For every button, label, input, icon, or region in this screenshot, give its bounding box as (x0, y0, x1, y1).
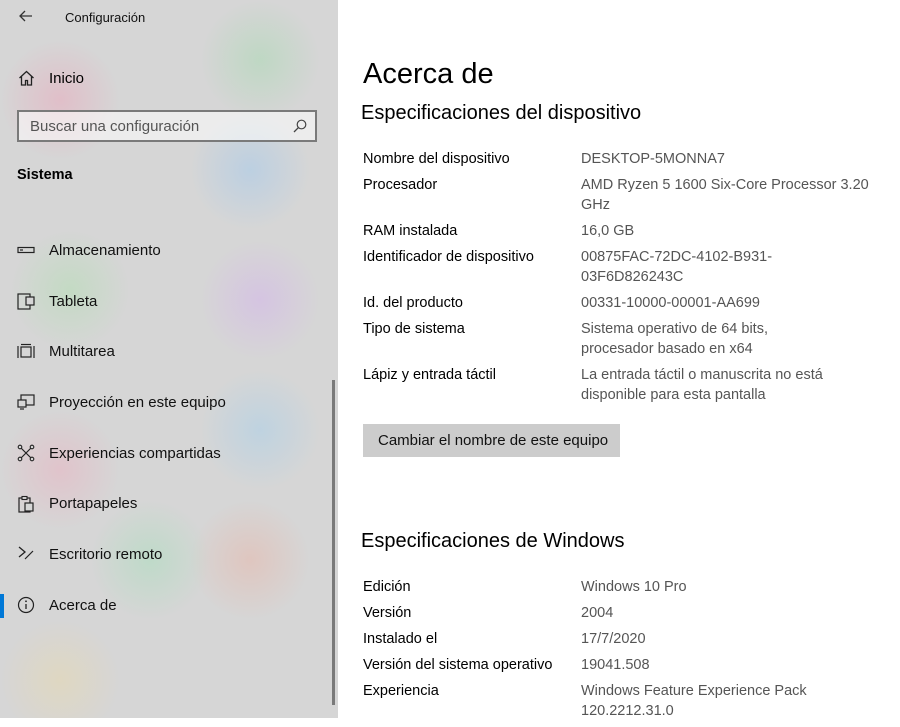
spec-key: Experiencia (363, 683, 439, 699)
sidebar-scrollbar[interactable] (332, 380, 335, 705)
search-box[interactable]: Buscar una configuración (17, 110, 317, 142)
spec-value: 2004 (581, 605, 614, 621)
sidebar-item-shared-experiences[interactable]: Experiencias compartidas (0, 428, 338, 479)
sidebar-item-tablet[interactable]: Tableta (0, 276, 338, 327)
device-specs-heading: Especificaciones del dispositivo (361, 102, 642, 124)
search-icon[interactable] (285, 119, 315, 133)
back-arrow-icon (19, 10, 32, 22)
spec-row: Versión del sistema operativo 19041.508 (363, 655, 883, 675)
sidebar-item-about[interactable]: Acerca de (0, 580, 338, 631)
sidebar-item-storage[interactable]: Almacenamiento (0, 225, 338, 276)
spec-row: Nombre del dispositivo DESKTOP-5MONNA7 (363, 149, 883, 169)
nav-home[interactable]: Inicio (18, 66, 84, 90)
app-title: Configuración (65, 10, 146, 25)
sidebar-item-label: Almacenamiento (49, 241, 161, 259)
spec-key: Nombre del dispositivo (363, 151, 510, 167)
spec-row: Experiencia Windows Feature Experience P… (363, 681, 883, 721)
spec-key: Identificador de dispositivo (363, 249, 534, 265)
sidebar-item-projecting[interactable]: Proyección en este equipo (0, 377, 338, 428)
home-icon (19, 70, 34, 86)
spec-row: RAM instalada 16,0 GB (363, 221, 883, 241)
search-input[interactable]: Buscar una configuración (19, 118, 285, 135)
sidebar-item-clipboard[interactable]: Portapapeles (0, 478, 338, 529)
device-specs-table: Nombre del dispositivo DESKTOP-5MONNA7 P… (363, 149, 883, 411)
spec-key: Id. del producto (363, 295, 463, 311)
sidebar-item-label: Acerca de (49, 596, 117, 614)
spec-key: Instalado el (363, 631, 438, 647)
spec-value: AMD Ryzen 5 1600 Six-Core Processor 3.20… (581, 177, 869, 213)
spec-key: Edición (363, 579, 411, 595)
remote-desktop-icon (17, 545, 35, 563)
nav-list: Almacenamiento Tableta Multitarea Proyec… (0, 225, 338, 631)
sidebar-item-label: Portapapeles (49, 495, 138, 513)
spec-row: Lápiz y entrada táctil La entrada táctil… (363, 365, 883, 405)
spec-row: Id. del producto 00331-10000-00001-AA699 (363, 293, 883, 313)
projecting-icon (17, 393, 35, 411)
spec-row: Edición Windows 10 Pro (363, 577, 883, 597)
spec-value: 00875FAC-72DC-4102-B931-03F6D826243C (581, 249, 773, 285)
info-icon (17, 596, 35, 614)
main-content: Acerca de Especificaciones del dispositi… (338, 0, 900, 719)
sidebar-item-label: Escritorio remoto (49, 545, 163, 563)
spec-value: 00331-10000-00001-AA699 (581, 295, 760, 311)
windows-specs-table: Edición Windows 10 Pro Versión 2004 Inst… (363, 577, 883, 727)
spec-value: DESKTOP-5MONNA7 (581, 151, 725, 167)
sidebar: Configuración Inicio Buscar una configur… (0, 0, 338, 718)
sidebar-item-label: Experiencias compartidas (49, 444, 221, 462)
spec-value: La entrada táctil o manuscrita no está d… (581, 367, 823, 403)
spec-key: Tipo de sistema (363, 321, 465, 337)
spec-key: Lápiz y entrada táctil (363, 367, 496, 383)
spec-row: Procesador AMD Ryzen 5 1600 Six-Core Pro… (363, 175, 883, 215)
spec-row: Versión 2004 (363, 603, 883, 623)
spec-value: 16,0 GB (581, 223, 635, 239)
spec-value: Windows Feature Experience Pack 120.2212… (581, 683, 807, 719)
sidebar-item-remote-desktop[interactable]: Escritorio remoto (0, 529, 338, 580)
windows-specs-heading: Especificaciones de Windows (361, 530, 625, 552)
spec-value: 19041.508 (581, 657, 650, 673)
nav-home-label: Inicio (49, 69, 85, 87)
section-title: Sistema (17, 167, 73, 183)
spec-row: Identificador de dispositivo 00875FAC-72… (363, 247, 883, 287)
multitasking-icon (17, 343, 35, 361)
shared-experiences-icon (17, 444, 35, 462)
spec-key: Versión (363, 605, 412, 621)
tablet-icon (17, 292, 35, 310)
spec-value: 17/7/2020 (581, 631, 646, 647)
spec-key: RAM instalada (363, 223, 458, 239)
spec-row: Tipo de sistema Sistema operativo de 64 … (363, 319, 883, 359)
sidebar-item-label: Proyección en este equipo (49, 393, 226, 411)
sidebar-item-label: Multitarea (49, 343, 115, 361)
page-title: Acerca de (363, 58, 494, 90)
spec-value: Windows 10 Pro (581, 579, 687, 595)
spec-value: Sistema operativo de 64 bits, procesador… (581, 321, 768, 357)
sidebar-item-multitasking[interactable]: Multitarea (0, 326, 338, 377)
rename-pc-button[interactable]: Cambiar el nombre de este equipo (363, 424, 620, 457)
spec-key: Versión del sistema operativo (363, 657, 553, 673)
spec-row: Instalado el 17/7/2020 (363, 629, 883, 649)
sidebar-item-label: Tableta (49, 292, 98, 310)
spec-key: Procesador (363, 177, 438, 193)
storage-icon (17, 241, 35, 259)
back-button[interactable] (15, 5, 37, 27)
clipboard-icon (17, 495, 35, 513)
